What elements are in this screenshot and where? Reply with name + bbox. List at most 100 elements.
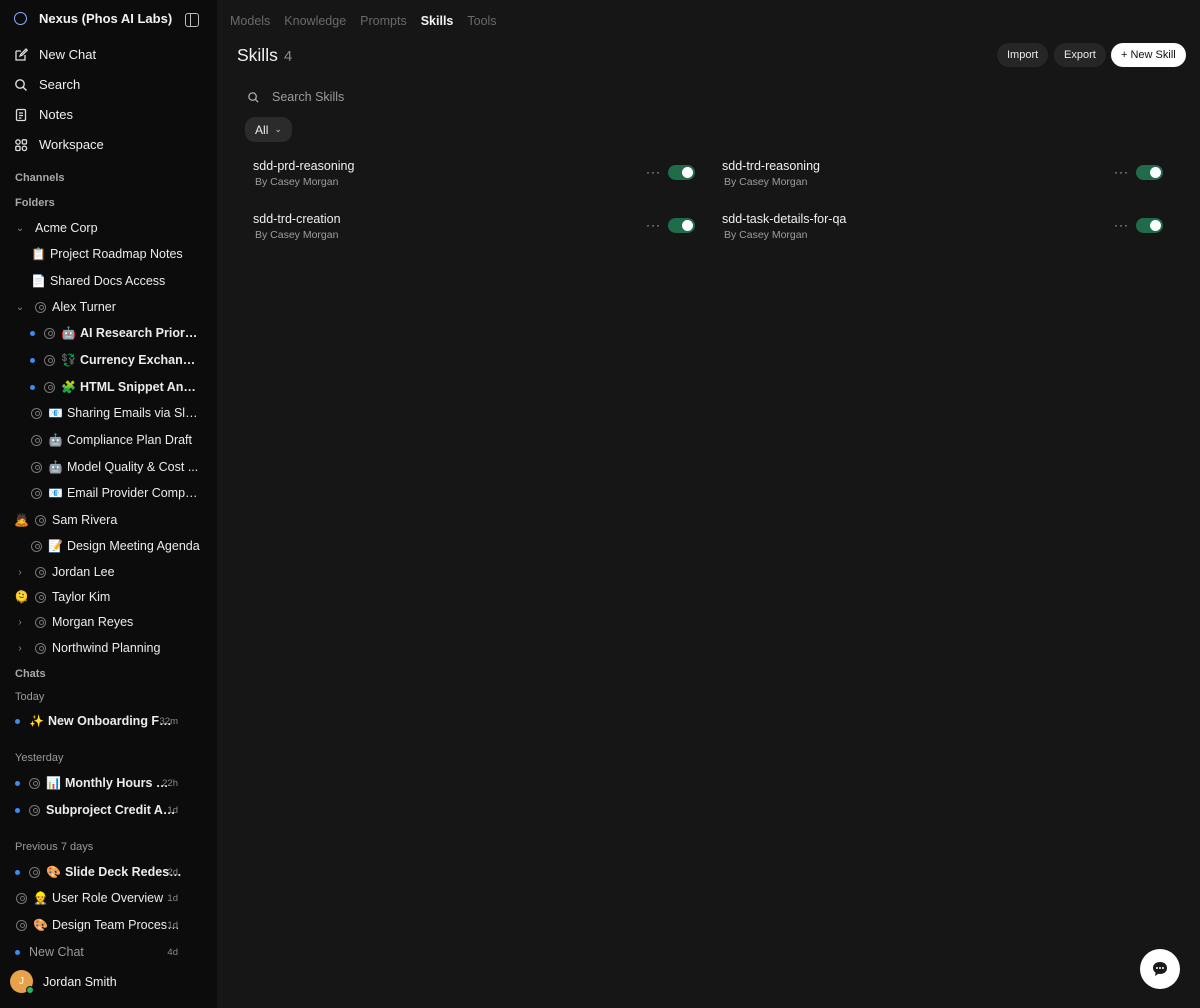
skill-enabled-toggle[interactable] (1136, 218, 1163, 233)
nav-new-chat[interactable]: New Chat (14, 47, 96, 62)
folder-item[interactable]: 🤖 AI Research Prioriti... (30, 326, 198, 340)
folder-item[interactable]: 📧 Sharing Emails via Slack (31, 406, 199, 420)
item-label: Email Provider Compa... (66, 486, 199, 500)
skill-card[interactable]: sdd-trd-reasoning By Casey Morgan ··· (722, 159, 1182, 193)
item-label: Project Roadmap Notes (49, 247, 183, 261)
skill-card[interactable]: sdd-trd-creation By Casey Morgan ··· (253, 212, 713, 246)
item-label: Shared Docs Access (49, 274, 166, 288)
exchange-icon: 💱 (61, 353, 76, 367)
folder-item[interactable]: 📝 Design Meeting Agenda (31, 539, 200, 553)
skill-enabled-toggle[interactable] (1136, 165, 1163, 180)
more-options-icon[interactable]: ··· (646, 165, 661, 179)
search-skills-input[interactable] (270, 89, 574, 105)
logo-icon (14, 12, 27, 25)
channels-label[interactable]: Channels (15, 172, 65, 184)
chat-time: 4d (167, 946, 178, 958)
chats-label: Chats (15, 668, 46, 680)
new-skill-button[interactable]: + New Skill (1111, 43, 1186, 67)
help-chat-button[interactable] (1140, 949, 1180, 989)
skill-enabled-toggle[interactable] (668, 218, 695, 233)
folder-alex-turner[interactable]: ⌄ Alex Turner (15, 300, 116, 314)
nav-notes[interactable]: Notes (14, 107, 73, 122)
skill-author: By Casey Morgan (724, 229, 808, 241)
more-options-icon[interactable]: ··· (646, 218, 661, 232)
chat-title: New Chat (29, 945, 84, 959)
chevron-down-icon: ⌄ (15, 301, 25, 313)
folder-item[interactable]: 💱 Currency Exchange... (30, 353, 198, 367)
chevron-down-icon: ⌄ (15, 222, 25, 234)
chat-time: 1d (167, 892, 178, 904)
export-button[interactable]: Export (1054, 43, 1106, 67)
import-button[interactable]: Import (997, 43, 1049, 67)
tab-models[interactable]: Models (230, 14, 270, 28)
chat-item[interactable]: 🎨 Design Team Process ... 1d (16, 918, 200, 932)
avatar-initial: J (19, 976, 24, 987)
robot-icon: 🤖 (61, 326, 76, 340)
more-options-icon[interactable]: ··· (1114, 218, 1129, 232)
brand[interactable]: Nexus (Phos AI Labs) (14, 11, 172, 26)
folder-label: Sam Rivera (52, 513, 118, 527)
tab-prompts[interactable]: Prompts (360, 14, 407, 28)
folder-sam-rivera[interactable]: 🙇 Sam Rivera (14, 513, 117, 527)
folder-morgan-reyes[interactable]: › Morgan Reyes (15, 615, 133, 629)
user-icon (35, 566, 46, 578)
chat-item[interactable]: Subproject Credit Assi... 1d (15, 803, 200, 817)
chat-time: 1d (167, 804, 178, 816)
user-icon (35, 301, 46, 313)
filter-dropdown[interactable]: All ⌄ (245, 117, 292, 142)
chat-title: Design Team Process ... (51, 918, 182, 932)
nav-search[interactable]: Search (14, 77, 80, 92)
folder-northwind-planning[interactable]: › Northwind Planning (15, 641, 160, 655)
folders-label[interactable]: Folders (15, 197, 55, 209)
chat-title: Subproject Credit Assi... (46, 803, 181, 817)
user-icon (31, 461, 42, 473)
edit-icon (15, 47, 28, 61)
search-icon (15, 78, 27, 91)
chevron-right-icon: › (18, 616, 22, 628)
user-icon (29, 777, 40, 789)
folder-jordan-lee[interactable]: › Jordan Lee (15, 565, 114, 579)
sidebar-toggle-icon[interactable] (185, 13, 199, 27)
sparkles-icon: ✨ (29, 714, 44, 728)
nav-workspace[interactable]: Workspace (14, 137, 104, 152)
user-icon (29, 804, 40, 816)
avatar: J (10, 970, 34, 994)
chat-time: 22h (162, 777, 178, 789)
folder-taylor-kim[interactable]: 🫠 Taylor Kim (14, 590, 110, 604)
item-label: Compliance Plan Draft (66, 433, 193, 447)
skill-card[interactable]: sdd-task-details-for-qa By Casey Morgan … (722, 212, 1182, 246)
folder-item[interactable]: 📋 Project Roadmap Notes (31, 247, 183, 261)
worker-icon: 👷 (33, 891, 48, 905)
user-icon (16, 919, 27, 931)
user-icon (35, 514, 46, 526)
folder-item[interactable]: 🤖 Compliance Plan Draft (31, 433, 199, 447)
tab-tools[interactable]: Tools (467, 14, 496, 28)
chat-item[interactable]: 📊 Monthly Hours Br... 22h (15, 776, 200, 790)
bar-chart-icon: 📊 (46, 776, 61, 790)
chat-item[interactable]: 🎨 Slide Deck Redesign 2d (15, 865, 200, 879)
skill-author: By Casey Morgan (255, 229, 339, 241)
skill-name: sdd-prd-reasoning (253, 159, 355, 173)
folder-item[interactable]: 🤖 Model Quality & Cost ... (31, 460, 199, 474)
more-options-icon[interactable]: ··· (1114, 165, 1129, 179)
item-label: Currency Exchange... (79, 353, 198, 367)
skill-card[interactable]: sdd-prd-reasoning By Casey Morgan ··· (253, 159, 713, 193)
folder-label: Alex Turner (52, 300, 116, 314)
tab-skills[interactable]: Skills (421, 14, 454, 28)
user-name: Jordan Smith (43, 974, 117, 989)
skill-enabled-toggle[interactable] (668, 165, 695, 180)
folder-item[interactable]: 📄 Shared Docs Access (31, 274, 165, 288)
folder-item[interactable]: 🧩 HTML Snippet Anal... (30, 380, 198, 394)
user-icon (44, 327, 55, 339)
email-icon: 📧 (48, 486, 63, 500)
chat-item[interactable]: New Chat 4d (15, 945, 200, 959)
chat-title: New Onboarding Flo... (47, 714, 173, 728)
user-menu[interactable]: J Jordan Smith (10, 970, 117, 994)
folder-acme-corp[interactable]: ⌄ Acme Corp (15, 221, 98, 235)
folder-item[interactable]: 📧 Email Provider Compa... (31, 486, 199, 500)
chat-item[interactable]: 👷 User Role Overview 1d (16, 891, 200, 905)
user-icon (29, 866, 40, 878)
chat-item[interactable]: ✨ New Onboarding Flo... 32m (15, 714, 200, 728)
chat-time: 1d (167, 919, 178, 931)
tab-knowledge[interactable]: Knowledge (284, 14, 346, 28)
